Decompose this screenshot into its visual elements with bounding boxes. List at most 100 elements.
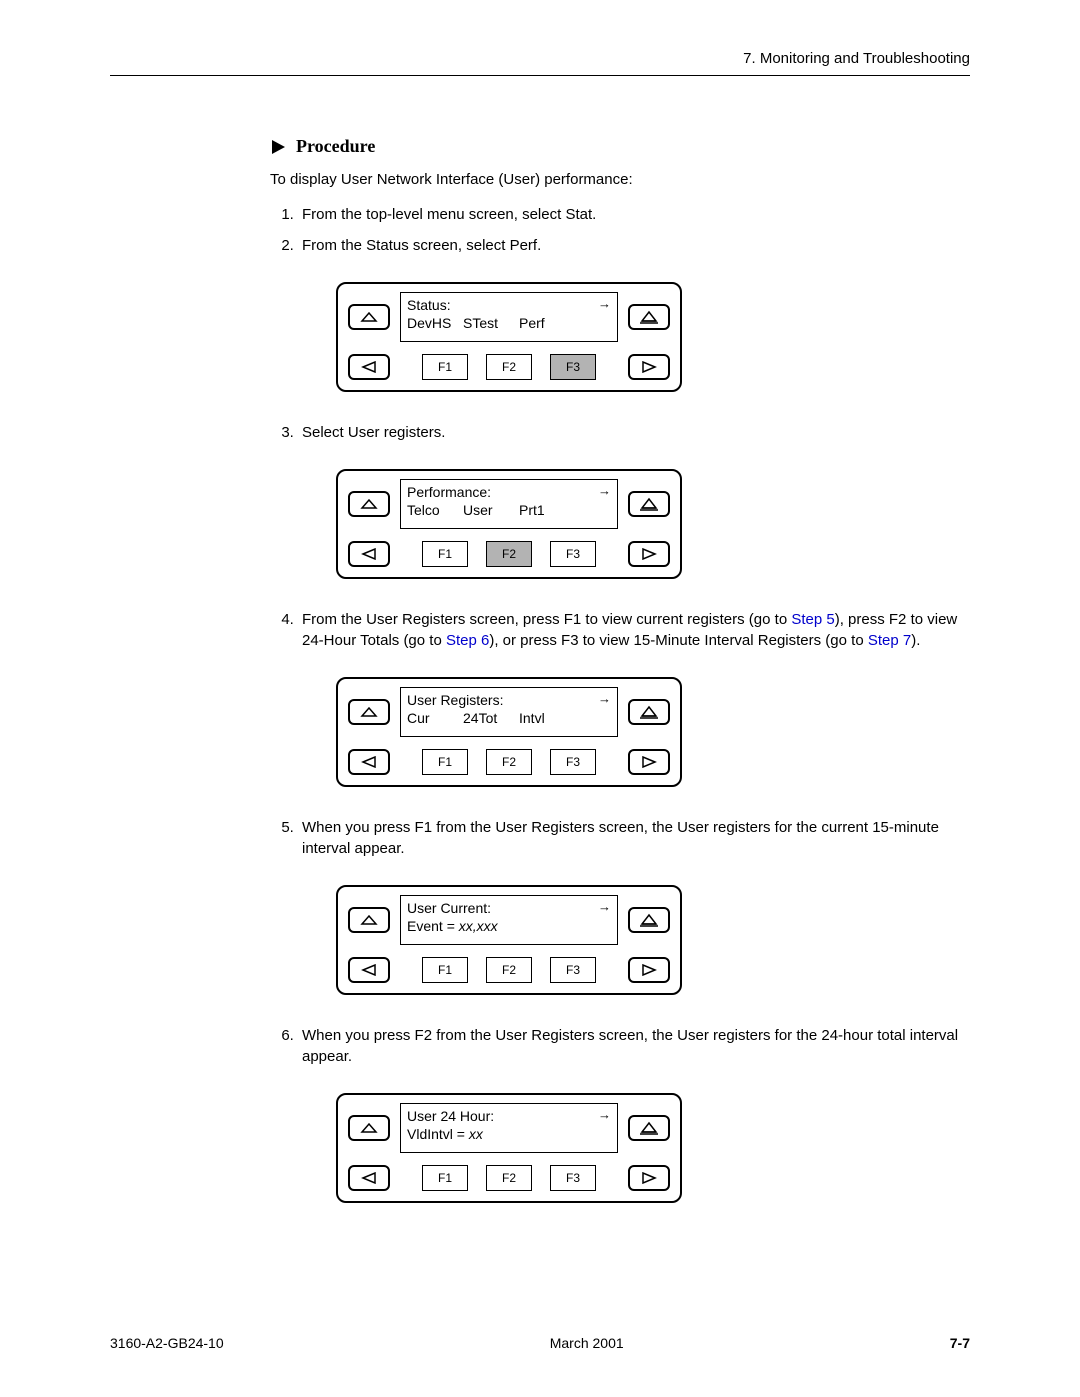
fkey-row: F1 F2 F3 — [400, 354, 618, 380]
right-button[interactable] — [628, 354, 670, 380]
f3-button[interactable]: F3 — [550, 541, 596, 567]
f2-button[interactable]: F2 — [486, 541, 532, 567]
screen-title: Status: — [407, 297, 611, 315]
left-button[interactable] — [348, 541, 390, 567]
f1-button[interactable]: F1 — [422, 957, 468, 983]
exit-icon — [639, 705, 659, 719]
triangle-left-icon — [360, 361, 378, 373]
screen-opt-3: Intvl — [519, 710, 575, 728]
exit-icon — [639, 913, 659, 927]
screen-opt-2: User — [463, 502, 519, 520]
triangle-right-icon — [640, 1172, 658, 1184]
footer-page-number: 7-7 — [950, 1335, 970, 1351]
f1-button[interactable]: F1 — [422, 354, 468, 380]
f2-button[interactable]: F2 — [486, 749, 532, 775]
triangle-left-icon — [360, 548, 378, 560]
running-header: 7. Monitoring and Troubleshooting — [110, 50, 970, 67]
step-6-text: When you press F2 from the User Register… — [302, 1027, 958, 1065]
panel-user-24hour: → User 24 Hour: VldIntvl = xx — [336, 1093, 970, 1203]
scroll-right-icon: → — [598, 899, 611, 915]
panel-user-registers: → User Registers: Cur 24Tot Intvl — [336, 677, 970, 787]
f2-button[interactable]: F2 — [486, 1165, 532, 1191]
step-6-link[interactable]: Step 6 — [446, 632, 489, 649]
scroll-right-icon: → — [598, 691, 611, 707]
step-1: From the top-level menu screen, select S… — [298, 204, 970, 225]
triangle-up-icon — [360, 914, 378, 926]
left-button[interactable] — [348, 354, 390, 380]
footer-docid: 3160-A2-GB24-10 — [110, 1335, 224, 1351]
f2-button[interactable]: F2 — [486, 354, 532, 380]
scroll-right-icon: → — [598, 483, 611, 499]
exit-button[interactable] — [628, 907, 670, 933]
screen-opt-1: DevHS — [407, 315, 463, 333]
up-button[interactable] — [348, 304, 390, 330]
step-2-text: From the Status screen, select Perf. — [302, 237, 541, 254]
up-button[interactable] — [348, 491, 390, 517]
f3-button[interactable]: F3 — [550, 354, 596, 380]
step-4a: From the User Registers screen, press F1… — [302, 611, 791, 628]
procedure-heading-text: Procedure — [296, 136, 375, 157]
left-button[interactable] — [348, 957, 390, 983]
triangle-right-icon — [640, 964, 658, 976]
screen-opt-1: Telco — [407, 502, 463, 520]
device-panel: → User 24 Hour: VldIntvl = xx — [336, 1093, 682, 1203]
step-3: Select User registers. → Performance: Te… — [298, 422, 970, 579]
step-5-link[interactable]: Step 5 — [791, 611, 834, 628]
triangle-right-icon — [640, 548, 658, 560]
exit-icon — [639, 1121, 659, 1135]
step-3-text: Select User registers. — [302, 424, 445, 441]
play-icon — [270, 139, 286, 155]
step-1-text: From the top-level menu screen, select S… — [302, 206, 596, 223]
f3-button[interactable]: F3 — [550, 749, 596, 775]
step-4: From the User Registers screen, press F1… — [298, 609, 970, 787]
screen-opt-2: STest — [463, 315, 519, 333]
exit-button[interactable] — [628, 304, 670, 330]
lcd-screen: → User 24 Hour: VldIntvl = xx — [400, 1103, 618, 1153]
page: 7. Monitoring and Troubleshooting Proced… — [0, 0, 1080, 1397]
triangle-right-icon — [640, 361, 658, 373]
f3-button[interactable]: F3 — [550, 957, 596, 983]
right-button[interactable] — [628, 541, 670, 567]
step-7-link[interactable]: Step 7 — [868, 632, 911, 649]
step-4d: ). — [911, 632, 920, 649]
right-button[interactable] — [628, 749, 670, 775]
up-button[interactable] — [348, 1115, 390, 1141]
screen-title: User Registers: — [407, 692, 611, 710]
screen-line2b: xx,xxx — [459, 918, 498, 934]
scroll-right-icon: → — [598, 296, 611, 312]
f1-button[interactable]: F1 — [422, 1165, 468, 1191]
screen-opt-1: Cur — [407, 710, 463, 728]
left-button[interactable] — [348, 749, 390, 775]
triangle-up-icon — [360, 311, 378, 323]
procedure-intro: To display User Network Interface (User)… — [270, 171, 970, 188]
up-button[interactable] — [348, 907, 390, 933]
panel-user-current: → User Current: Event = xx,xxx — [336, 885, 970, 995]
fkey-row: F1 F2 F3 — [400, 1165, 618, 1191]
lcd-screen: → Performance: Telco User Prt1 — [400, 479, 618, 529]
scroll-right-icon: → — [598, 1107, 611, 1123]
triangle-left-icon — [360, 964, 378, 976]
step-5-text: When you press F1 from the User Register… — [302, 819, 939, 857]
f1-button[interactable]: F1 — [422, 541, 468, 567]
up-button[interactable] — [348, 699, 390, 725]
exit-button[interactable] — [628, 1115, 670, 1141]
f3-button[interactable]: F3 — [550, 1165, 596, 1191]
step-5: When you press F1 from the User Register… — [298, 817, 970, 995]
f2-button[interactable]: F2 — [486, 957, 532, 983]
fkey-row: F1 F2 F3 — [400, 957, 618, 983]
screen-opt-2: 24Tot — [463, 710, 519, 728]
device-panel: → User Registers: Cur 24Tot Intvl — [336, 677, 682, 787]
f1-button[interactable]: F1 — [422, 749, 468, 775]
fkey-row: F1 F2 F3 — [400, 749, 618, 775]
right-button[interactable] — [628, 1165, 670, 1191]
triangle-right-icon — [640, 756, 658, 768]
device-panel: → User Current: Event = xx,xxx — [336, 885, 682, 995]
lcd-screen: → Status: DevHS STest Perf — [400, 292, 618, 342]
right-button[interactable] — [628, 957, 670, 983]
triangle-left-icon — [360, 1172, 378, 1184]
procedure-steps: From the top-level menu screen, select S… — [270, 204, 970, 1203]
exit-button[interactable] — [628, 699, 670, 725]
exit-button[interactable] — [628, 491, 670, 517]
left-button[interactable] — [348, 1165, 390, 1191]
screen-title: User Current: — [407, 900, 611, 918]
